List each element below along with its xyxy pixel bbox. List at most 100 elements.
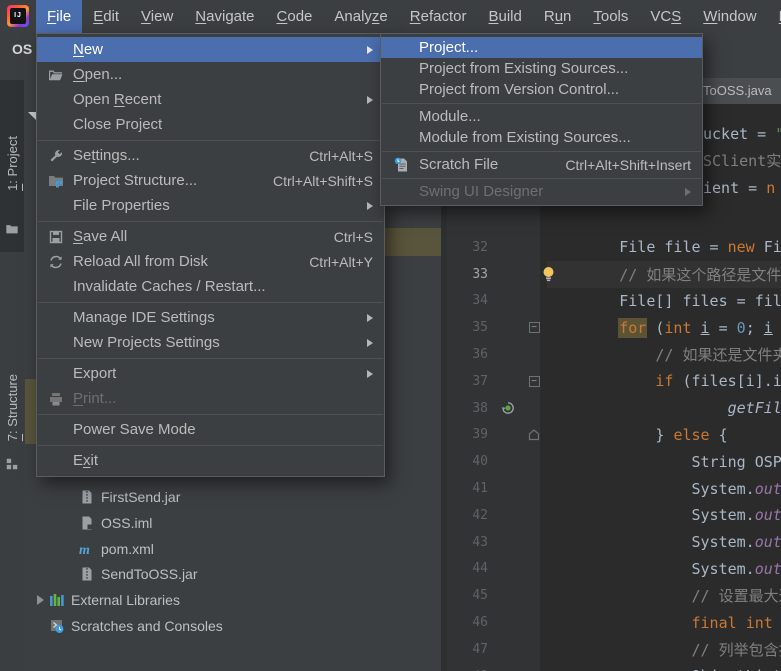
menu-item-exit[interactable]: Exit bbox=[37, 448, 384, 473]
menu-item-open[interactable]: Open... bbox=[37, 62, 384, 87]
line-number[interactable]: 40 bbox=[447, 454, 495, 469]
menu-item-label: Module from Existing Sources... bbox=[419, 129, 631, 146]
tree-item-oss-iml[interactable]: OSS.iml bbox=[24, 510, 488, 535]
code-fragment: SClient实 bbox=[703, 148, 781, 174]
code-text: System.out.println(OSPath); bbox=[547, 475, 781, 502]
menu-item-label: Project from Existing Sources... bbox=[419, 60, 628, 77]
menu-item-export[interactable]: Export bbox=[37, 361, 384, 386]
line-number[interactable]: 47 bbox=[447, 642, 495, 657]
menu-edit[interactable]: Edit bbox=[82, 0, 130, 33]
line-number[interactable]: 33 bbox=[447, 267, 495, 282]
menu-build[interactable]: Build bbox=[477, 0, 532, 33]
menu-item-file-properties[interactable]: File Properties bbox=[37, 193, 384, 218]
menu-item-project-structure[interactable]: Project Structure...Ctrl+Alt+Shift+S bbox=[37, 168, 384, 193]
line-number[interactable]: 34 bbox=[447, 293, 495, 308]
code-text: ObjectListing objectListing; bbox=[547, 663, 781, 671]
fold-marker-icon[interactable] bbox=[521, 429, 547, 441]
stripe-tab-label: 7: Structure bbox=[5, 374, 20, 441]
menu-view[interactable]: View bbox=[130, 0, 184, 33]
code-text: System.out.println(OSPath); bbox=[547, 502, 781, 529]
menu-separator bbox=[38, 358, 383, 359]
menu-item-settings[interactable]: Settings...Ctrl+Alt+S bbox=[37, 143, 384, 168]
menu-run[interactable]: Run bbox=[533, 0, 583, 33]
submenu-arrow-icon bbox=[367, 370, 373, 378]
menu-analyze[interactable]: Analyze bbox=[323, 0, 398, 33]
tree-item-label: Scratches and Consoles bbox=[71, 618, 223, 634]
menu-item-spacer bbox=[392, 61, 412, 77]
menu-file[interactable]: File bbox=[36, 0, 82, 33]
menu-item-scratch-file[interactable]: Scratch FileCtrl+Alt+Shift+Insert bbox=[381, 154, 702, 175]
editor-tab-label: ToOSS.java bbox=[703, 83, 772, 98]
intention-bulb-icon[interactable] bbox=[541, 266, 556, 288]
stripe-tab-7-structure[interactable]: 7: Structure bbox=[0, 348, 24, 468]
tree-item-external-libraries[interactable]: External Libraries bbox=[24, 587, 442, 612]
line-number[interactable]: 45 bbox=[447, 588, 495, 603]
menu-code[interactable]: Code bbox=[266, 0, 324, 33]
menu-help[interactable]: Help bbox=[768, 0, 781, 33]
menu-item-new-projects-settings[interactable]: New Projects Settings bbox=[37, 330, 384, 355]
menu-item-save-all[interactable]: Save AllCtrl+S bbox=[37, 224, 384, 249]
tree-expand-arrow-icon[interactable] bbox=[32, 595, 48, 605]
tree-item-firstsend-jar[interactable]: FirstSend.jar bbox=[24, 484, 488, 509]
menu-item-project-from-version-control[interactable]: Project from Version Control... bbox=[381, 79, 702, 100]
fold-marker-icon[interactable]: − bbox=[521, 322, 547, 333]
line-number[interactable]: 46 bbox=[447, 615, 495, 630]
code-line-36: 36 // 如果还是文件夹 bbox=[447, 341, 781, 368]
intellij-logo-icon: IJ bbox=[7, 5, 29, 27]
menu-item-manage-ide-settings[interactable]: Manage IDE Settings bbox=[37, 305, 384, 330]
menu-item-module[interactable]: Module... bbox=[381, 106, 702, 127]
menu-item-spacer bbox=[392, 82, 412, 98]
scratches-icon bbox=[48, 618, 66, 634]
menu-item-spacer bbox=[392, 184, 412, 200]
code-line-40: 40 String OSPath = files[i].getPath(); bbox=[447, 448, 781, 475]
code-line-34: 34 File[] files = file.listFiles(); bbox=[447, 288, 781, 315]
menu-item-label: Open... bbox=[73, 66, 122, 83]
menu-item-label: Exit bbox=[73, 452, 98, 469]
menu-item-project-from-existing-sources[interactable]: Project from Existing Sources... bbox=[381, 58, 702, 79]
code-text: // 如果这个路径是文件夹 bbox=[547, 261, 781, 288]
menu-item-print[interactable]: Print... bbox=[37, 386, 384, 411]
open-folder-icon bbox=[46, 67, 66, 83]
stripe-tab-1-project[interactable]: 1: Project bbox=[0, 88, 24, 238]
fold-marker-icon[interactable]: − bbox=[521, 376, 547, 387]
menu-refactor[interactable]: Refactor bbox=[399, 0, 478, 33]
line-number[interactable]: 35 bbox=[447, 320, 495, 335]
menu-item-label: File Properties bbox=[73, 197, 170, 214]
tree-item-sendtooss-jar[interactable]: SendToOSS.jar bbox=[24, 561, 488, 586]
code-text: } else { bbox=[547, 422, 781, 449]
tree-item-label: SendToOSS.jar bbox=[101, 566, 198, 582]
menu-window[interactable]: Window bbox=[692, 0, 767, 33]
code-text: File file = new File(filePath); bbox=[547, 234, 781, 261]
code-editor[interactable]: 32 File file = new File(filePath); 33 // … bbox=[447, 234, 781, 671]
menu-item-power-save-mode[interactable]: Power Save Mode bbox=[37, 417, 384, 442]
menu-item-swing-ui-designer[interactable]: Swing UI Designer bbox=[381, 181, 702, 202]
line-number[interactable]: 37 bbox=[447, 374, 495, 389]
tree-item-label: External Libraries bbox=[71, 592, 180, 608]
menu-item-module-from-existing-sources[interactable]: Module from Existing Sources... bbox=[381, 127, 702, 148]
line-number[interactable]: 38 bbox=[447, 401, 495, 416]
menu-vcs[interactable]: VCS bbox=[639, 0, 692, 33]
menu-tools[interactable]: Tools bbox=[582, 0, 639, 33]
submenu-arrow-icon bbox=[367, 46, 373, 54]
code-fragment: ient = n bbox=[703, 175, 775, 201]
menu-item-project[interactable]: Project... bbox=[381, 37, 702, 58]
menu-item-invalidate-caches-restart[interactable]: Invalidate Caches / Restart... bbox=[37, 274, 384, 299]
code-text: File[] files = file.listFiles(); bbox=[547, 288, 781, 315]
tree-item-scratches-and-consoles[interactable]: Scratches and Consoles bbox=[24, 613, 442, 638]
menu-item-label: Print... bbox=[73, 390, 116, 407]
tree-item-pom-xml[interactable]: mpom.xml bbox=[24, 536, 488, 561]
menu-item-reload-all-from-disk[interactable]: Reload All from DiskCtrl+Alt+Y bbox=[37, 249, 384, 274]
menu-item-label: Scratch File bbox=[419, 156, 498, 173]
line-number[interactable]: 36 bbox=[447, 347, 495, 362]
code-text: System.out.println(OSPath); bbox=[547, 556, 781, 583]
code-line-48: 48 ObjectListing objectListing; bbox=[447, 663, 781, 671]
line-number[interactable]: 39 bbox=[447, 427, 495, 442]
menu-item-new[interactable]: New bbox=[37, 37, 384, 62]
line-number[interactable]: 32 bbox=[447, 240, 495, 255]
menu-item-label: New Projects Settings bbox=[73, 334, 220, 351]
menu-item-spacer bbox=[46, 42, 66, 58]
menu-item-open-recent[interactable]: Open Recent bbox=[37, 87, 384, 112]
code-line-39: 39 } else { bbox=[447, 422, 781, 449]
menu-item-close-project[interactable]: Close Project bbox=[37, 112, 384, 137]
menu-navigate[interactable]: Navigate bbox=[184, 0, 265, 33]
